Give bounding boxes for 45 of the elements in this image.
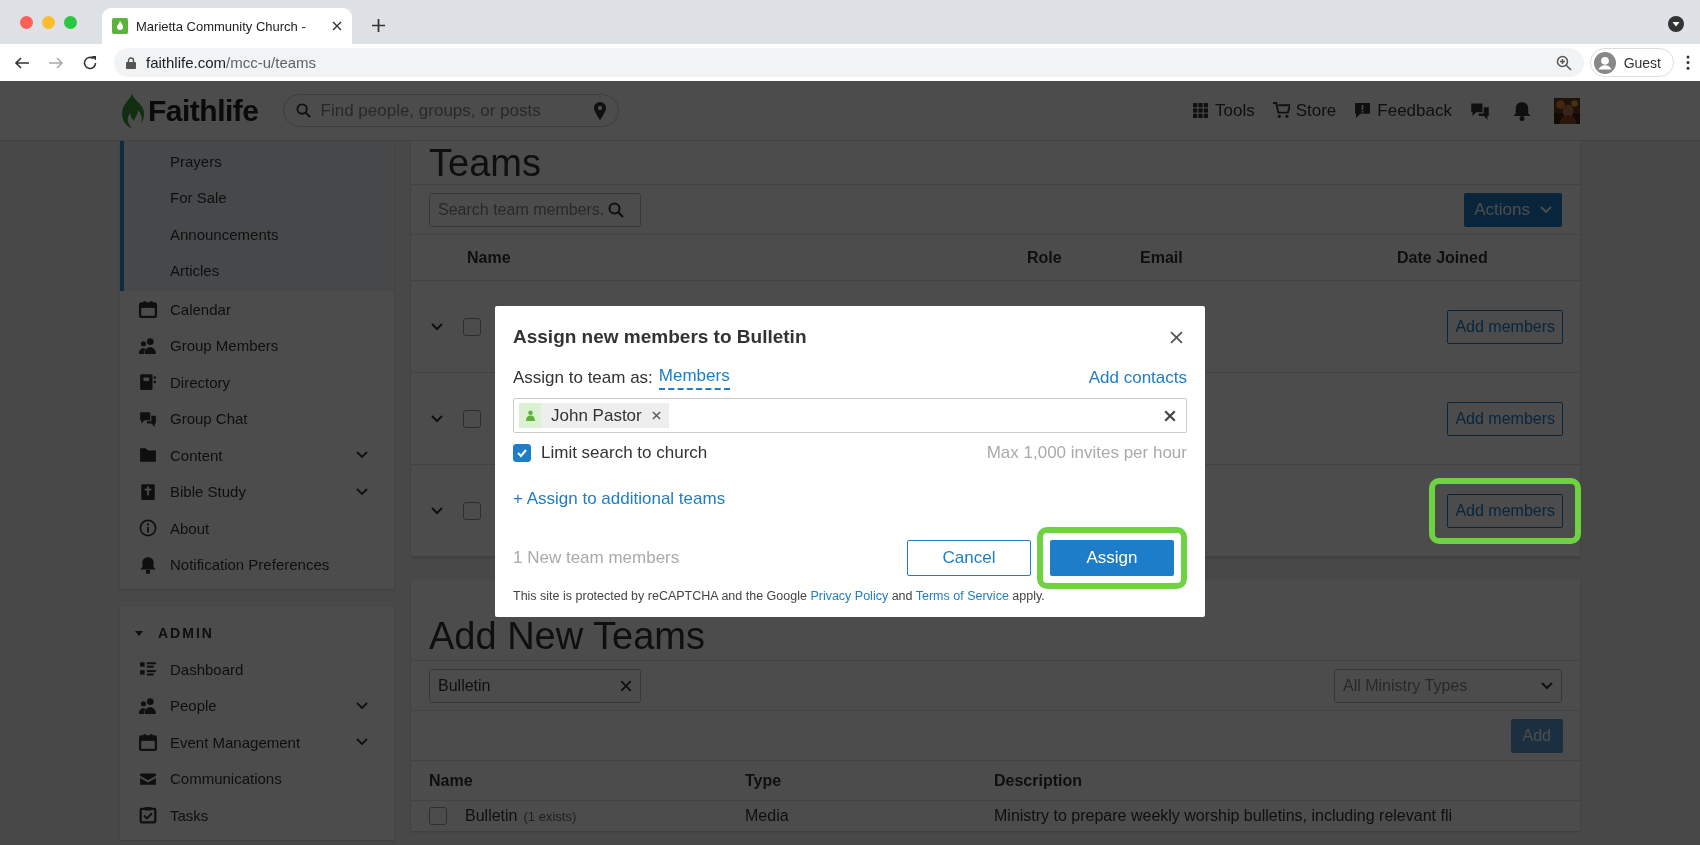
table-cell: Ministry to prepare weekly worship bulletins, including relevant fli <box>994 807 1452 825</box>
close-icon[interactable] <box>1170 330 1183 344</box>
column-header: Description <box>994 771 1082 790</box>
browser-tab[interactable]: Marietta Community Church - <box>102 8 352 44</box>
more-menu-icon[interactable] <box>1686 55 1690 70</box>
checkmark-icon <box>516 447 528 459</box>
lock-icon <box>126 56 136 69</box>
remove-icon[interactable] <box>651 411 661 420</box>
dropdown-icon[interactable] <box>1668 16 1684 32</box>
address-bar[interactable]: faithlife.com/mcc-u/teams <box>114 48 1584 77</box>
back-arrow-icon[interactable] <box>14 54 30 71</box>
checkbox[interactable] <box>513 444 531 462</box>
assign-role-label: Assign to team as: <box>513 368 653 388</box>
recaptcha-notice: This site is protected by reCAPTCHA and the Google Privacy Policy and Terms of Service apply. <box>513 589 1046 603</box>
rate-limit-note: Max 1,000 invites per hour <box>986 443 1187 463</box>
forward-arrow-icon[interactable] <box>48 54 64 71</box>
zoom-in-icon[interactable] <box>1555 54 1572 71</box>
person-icon <box>525 410 535 421</box>
column-header: Name <box>467 248 511 267</box>
column-header: Name <box>429 771 473 790</box>
add-contacts-link[interactable]: Add contacts <box>1088 368 1187 388</box>
table-cell: Media <box>745 807 789 825</box>
column-header: Date Joined <box>1397 248 1488 267</box>
checkbox-label: Limit search to church <box>541 443 708 463</box>
role-dropdown-link[interactable]: Members <box>658 366 730 390</box>
new-members-count: 1 New team members <box>513 548 680 568</box>
clear-icon[interactable] <box>1164 409 1176 422</box>
user-avatar-icon <box>1593 51 1616 74</box>
column-header: Email <box>1140 248 1183 267</box>
column-header: Type <box>745 771 782 790</box>
reload-icon[interactable] <box>82 54 98 71</box>
policy-link[interactable]: Terms of Service <box>915 589 1009 603</box>
cancel-button[interactable]: Cancel <box>907 540 1031 576</box>
column-header: Role <box>1027 248 1062 267</box>
plus-icon[interactable] <box>372 19 385 32</box>
close-icon[interactable] <box>332 21 342 31</box>
assign-additional-teams-link[interactable]: + Assign to additional teams <box>513 489 726 509</box>
team-name: Bulletin <box>465 807 518 825</box>
flame-icon <box>112 18 128 34</box>
member-input-field[interactable]: John Pastor <box>513 398 1187 433</box>
member-token[interactable]: John Pastor <box>519 403 669 428</box>
assign-button[interactable]: Assign <box>1050 540 1174 576</box>
close-window-icon[interactable] <box>20 15 33 29</box>
policy-link[interactable]: Privacy Policy <box>810 589 889 603</box>
dialog-title: Assign new members to Bulletin <box>513 326 807 348</box>
